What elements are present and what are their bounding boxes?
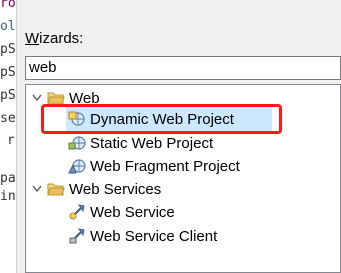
wizard-filter-input[interactable]: web: [25, 56, 341, 80]
tree-node-label: Web Services: [69, 180, 162, 198]
tree-item-label: Static Web Project: [90, 134, 214, 152]
tree-item-web-service-client[interactable]: Web Service Client: [68, 225, 217, 247]
annotation-highlight-box: [41, 104, 282, 134]
open-folder-icon: [47, 180, 65, 198]
web-service-icon: [68, 203, 86, 221]
tree-item-web-service[interactable]: Web Service: [68, 201, 175, 223]
code-fragment: pS: [0, 42, 16, 57]
background-editor: ro ol pS pS pS se r pa in: [0, 0, 17, 273]
static-web-project-icon: [68, 134, 86, 152]
code-fragment: pa: [0, 171, 16, 186]
chevron-down-icon[interactable]: [31, 183, 43, 195]
tree-item-label: Web Service Client: [90, 227, 218, 245]
code-fragment: pS: [0, 88, 16, 103]
code-fragment: pS: [0, 65, 16, 80]
tree-item-label: Web Service: [90, 203, 175, 221]
tree-item-label: Web Fragment Project: [90, 157, 240, 175]
code-fragment: ol: [0, 19, 16, 34]
code-fragment: r: [7, 133, 15, 148]
chevron-down-icon[interactable]: [31, 92, 43, 104]
code-fragment: ro: [0, 0, 16, 11]
tree-item-web-fragment-project[interactable]: Web Fragment Project: [68, 155, 240, 177]
code-fragment: se: [0, 111, 16, 126]
code-fragment: in: [0, 189, 16, 204]
web-fragment-project-icon: [68, 157, 86, 175]
tree-item-static-web-project[interactable]: Static Web Project: [68, 132, 213, 154]
wizards-label: Wizards:: [25, 30, 84, 47]
web-service-client-icon: [68, 227, 86, 245]
tree-node-web-services[interactable]: Web Services: [31, 178, 161, 200]
